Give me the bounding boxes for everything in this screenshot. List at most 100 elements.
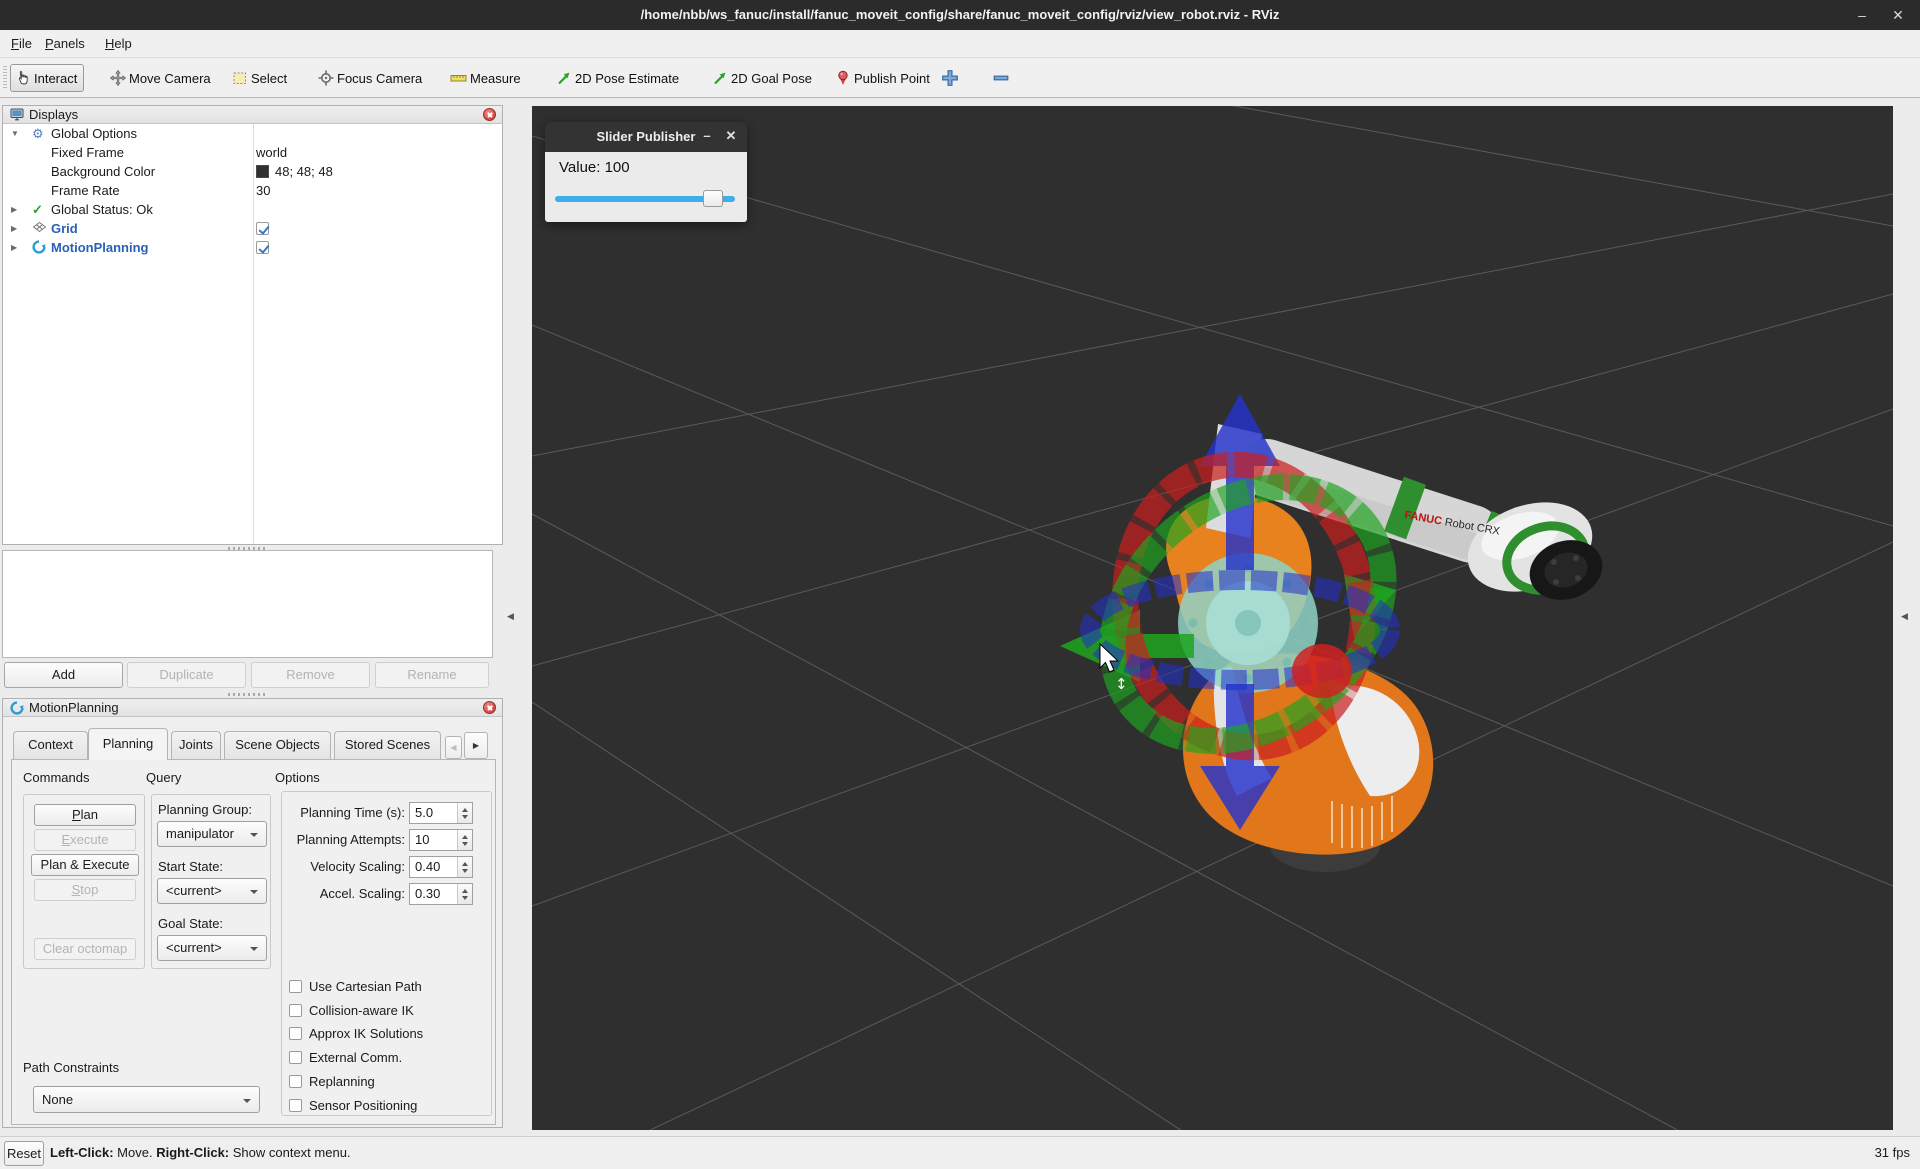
tree-row-motionplanning[interactable]: ▶ MotionPlanning xyxy=(3,238,502,257)
move-camera-tool-button[interactable]: Move Camera xyxy=(110,65,211,91)
add-display-button[interactable]: Add xyxy=(4,662,123,688)
approx-ik-solutions-checkbox[interactable] xyxy=(289,1027,302,1040)
fixed-frame-value[interactable]: world xyxy=(256,143,287,162)
accel-scaling-stepper[interactable]: 0.30 xyxy=(409,883,473,905)
pose-estimate-tool-button[interactable]: 2D Pose Estimate xyxy=(556,65,679,91)
goal-pose-tool-button[interactable]: 2D Goal Pose xyxy=(712,65,812,91)
slider-handle[interactable] xyxy=(703,190,723,207)
replanning-checkbox[interactable] xyxy=(289,1075,302,1088)
hand-icon xyxy=(15,70,31,86)
tab-stored-scenes[interactable]: Stored Scenes xyxy=(334,731,441,759)
focus-camera-tool-button[interactable]: Focus Camera xyxy=(318,65,422,91)
expander-icon[interactable]: ▶ xyxy=(11,238,17,257)
window-close-button[interactable]: ✕ xyxy=(1884,0,1912,30)
tab-context[interactable]: Context xyxy=(13,731,88,759)
displays-close-icon[interactable] xyxy=(483,108,496,121)
menu-panels[interactable]: Panels xyxy=(36,30,94,57)
remove-tool-button[interactable] xyxy=(992,65,1010,91)
select-tool-button[interactable]: Select xyxy=(232,65,287,91)
planning-group-label: Planning Group: xyxy=(158,802,252,817)
tab-scene-objects[interactable]: Scene Objects xyxy=(224,731,331,759)
frame-rate-value[interactable]: 30 xyxy=(256,181,270,200)
tab-scroll-right-icon[interactable]: ▶ xyxy=(464,732,488,759)
tab-scroll-left-icon[interactable]: ◀ xyxy=(445,736,462,759)
execute-button[interactable]: Execute xyxy=(34,829,136,851)
motionplanning-close-icon[interactable] xyxy=(483,701,496,714)
color-swatch[interactable] xyxy=(256,165,269,178)
planning-time-row: Planning Time (s): 5.0 xyxy=(290,802,473,824)
motionplanning-checkbox[interactable] xyxy=(256,241,269,254)
slider-dialog-titlebar[interactable]: Slider Publisher – ✕ xyxy=(545,122,747,152)
expander-icon[interactable]: ▶ xyxy=(11,200,17,219)
spinner-arrows-icon[interactable] xyxy=(457,884,472,904)
velocity-scaling-row: Velocity Scaling: 0.40 xyxy=(290,856,473,878)
move-camera-icon xyxy=(110,70,126,86)
use-cartesian-path-checkbox[interactable] xyxy=(289,980,302,993)
planning-attempts-row: Planning Attempts: 10 xyxy=(290,829,473,851)
tree-row-global-status[interactable]: ▶ ✓ Global Status: Ok xyxy=(3,200,502,219)
tree-row-grid[interactable]: ▶ Grid xyxy=(3,219,502,238)
measure-icon xyxy=(450,70,467,86)
plan-and-execute-button[interactable]: Plan & Execute xyxy=(31,854,139,876)
slider-publisher-dialog[interactable]: Slider Publisher – ✕ Value: 100 xyxy=(545,122,747,222)
start-state-dropdown[interactable]: <current> xyxy=(157,878,267,904)
path-constraints-dropdown[interactable]: None xyxy=(33,1086,260,1113)
tree-row-fixed-frame[interactable]: Fixed Frame world xyxy=(3,143,502,162)
velocity-scaling-stepper[interactable]: 0.40 xyxy=(409,856,473,878)
title-bar[interactable]: /home/nbb/ws_fanuc/install/fanuc_moveit_… xyxy=(0,0,1920,30)
tree-row-global-options[interactable]: ▼ ⚙ Global Options xyxy=(3,124,502,143)
goal-state-dropdown[interactable]: <current> xyxy=(157,935,267,961)
publish-point-label: Publish Point xyxy=(836,65,930,91)
menu-help[interactable]: Help xyxy=(96,30,141,57)
tab-planning[interactable]: Planning xyxy=(88,728,168,760)
collision-aware-ik-checkbox[interactable] xyxy=(289,1004,302,1017)
tree-row-frame-rate[interactable]: Frame Rate 30 xyxy=(3,181,502,200)
spinner-arrows-icon[interactable] xyxy=(457,830,472,850)
external-comm-checkbox[interactable] xyxy=(289,1051,302,1064)
horizontal-splitter[interactable] xyxy=(228,693,268,696)
accel-scaling-row: Accel. Scaling: 0.30 xyxy=(290,883,473,905)
right-splitter-collapse-icon[interactable]: ◀ xyxy=(1901,611,1908,622)
add-tool-button[interactable] xyxy=(941,65,959,91)
planning-attempts-stepper[interactable]: 10 xyxy=(409,829,473,851)
motionplanning-panel-header[interactable]: MotionPlanning xyxy=(3,699,502,717)
planning-time-stepper[interactable]: 5.0 xyxy=(409,802,473,824)
query-group: Planning Group: manipulator Start State:… xyxy=(151,794,271,969)
displays-panel-icon xyxy=(10,108,24,125)
measure-tool-button[interactable]: Measure xyxy=(450,65,521,91)
displays-tree: ▼ ⚙ Global Options Fixed Frame world Bac… xyxy=(3,124,502,544)
interact-tool-button[interactable]: Interact xyxy=(10,64,84,92)
displays-panel: Displays ▼ ⚙ Global Options Fixed Frame … xyxy=(2,105,503,545)
toolbar-drag-handle[interactable] xyxy=(3,66,7,90)
3d-viewport[interactable]: FANUC Robot CRX xyxy=(532,106,1893,1130)
slider-dialog-body: Value: 100 xyxy=(545,152,747,222)
reset-button[interactable]: Reset xyxy=(4,1141,44,1166)
duplicate-display-button[interactable]: Duplicate xyxy=(127,662,246,688)
clear-octomap-button[interactable]: Clear octomap xyxy=(34,938,136,960)
fps-counter: 31 fps xyxy=(1875,1137,1910,1169)
spinner-arrows-icon[interactable] xyxy=(457,857,472,877)
displays-panel-header[interactable]: Displays xyxy=(3,106,502,124)
dialog-close-button[interactable]: ✕ xyxy=(719,122,743,152)
rename-display-button[interactable]: Rename xyxy=(375,662,489,688)
plus-icon xyxy=(941,69,959,87)
expander-icon[interactable]: ▶ xyxy=(11,219,17,238)
window-minimize-button[interactable]: – xyxy=(1848,0,1876,30)
background-color-value[interactable]: 48; 48; 48 xyxy=(275,162,333,181)
planning-group-dropdown[interactable]: manipulator xyxy=(157,821,267,847)
expander-icon[interactable]: ▼ xyxy=(11,124,19,143)
stop-button[interactable]: Stop xyxy=(34,879,136,901)
sensor-positioning-checkbox[interactable] xyxy=(289,1099,302,1112)
gear-icon: ⚙ xyxy=(32,126,47,141)
tree-row-background-color[interactable]: Background Color 48; 48; 48 xyxy=(3,162,502,181)
tab-joints[interactable]: Joints xyxy=(171,731,221,759)
query-section-label: Query xyxy=(146,770,181,785)
status-bar: Reset Left-Click: Move. Right-Click: Sho… xyxy=(0,1136,1920,1169)
options-group: Planning Time (s): 5.0 Planning Attempts… xyxy=(281,791,492,1116)
spinner-arrows-icon[interactable] xyxy=(457,803,472,823)
dialog-minimize-button[interactable]: – xyxy=(695,122,719,152)
grid-checkbox[interactable] xyxy=(256,222,269,235)
plan-button[interactable]: Plan xyxy=(34,804,136,826)
remove-display-button[interactable]: Remove xyxy=(251,662,370,688)
panel-splitter-collapse-icon[interactable]: ◀ xyxy=(507,611,514,622)
